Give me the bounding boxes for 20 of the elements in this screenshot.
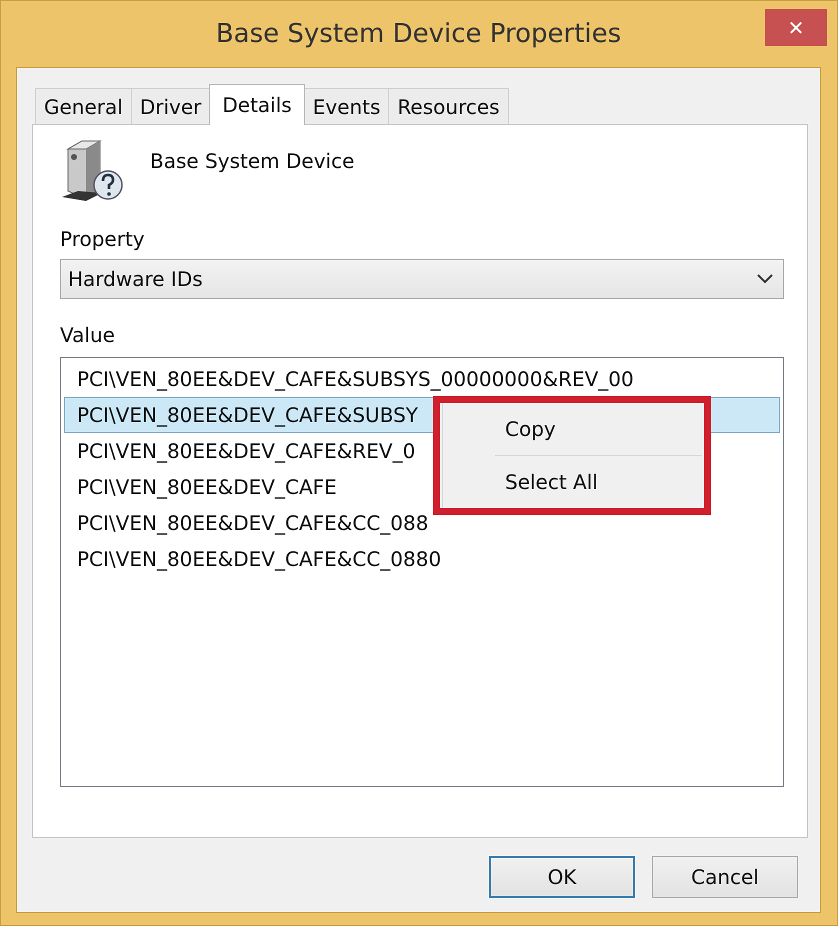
list-item[interactable]: PCI\VEN_80EE&DEV_CAFE&CC_088 — [64, 505, 434, 541]
list-item[interactable]: PCI\VEN_80EE&DEV_CAFE&REV_0 — [64, 433, 420, 469]
chevron-down-icon — [757, 274, 773, 284]
value-label: Value — [60, 323, 115, 347]
menu-item[interactable]: Select All — [495, 460, 702, 504]
list-item[interactable]: PCI\VEN_80EE&DEV_CAFE&SUBSYS_00000000&REV_00 — [64, 361, 639, 397]
property-label: Property — [60, 227, 145, 251]
list-item[interactable]: PCI\VEN_80EE&DEV_CAFE&CC_0880 — [64, 541, 446, 577]
dialog-button[interactable]: Cancel — [652, 856, 798, 898]
tab[interactable]: Driver — [130, 88, 210, 124]
tab[interactable]: Events — [304, 88, 390, 124]
tab[interactable]: General — [35, 88, 132, 124]
dialog-button[interactable]: OK — [489, 856, 635, 898]
device-name: Base System Device — [150, 149, 354, 173]
property-dropdown[interactable]: Hardware IDs — [60, 259, 784, 299]
window-title: Base System Device Properties — [216, 19, 622, 49]
close-button[interactable]: ✕ — [765, 9, 827, 46]
tab[interactable]: Resources — [388, 88, 509, 124]
tab[interactable]: Details — [209, 84, 305, 125]
list-item[interactable]: PCI\VEN_80EE&DEV_CAFE — [64, 469, 342, 505]
